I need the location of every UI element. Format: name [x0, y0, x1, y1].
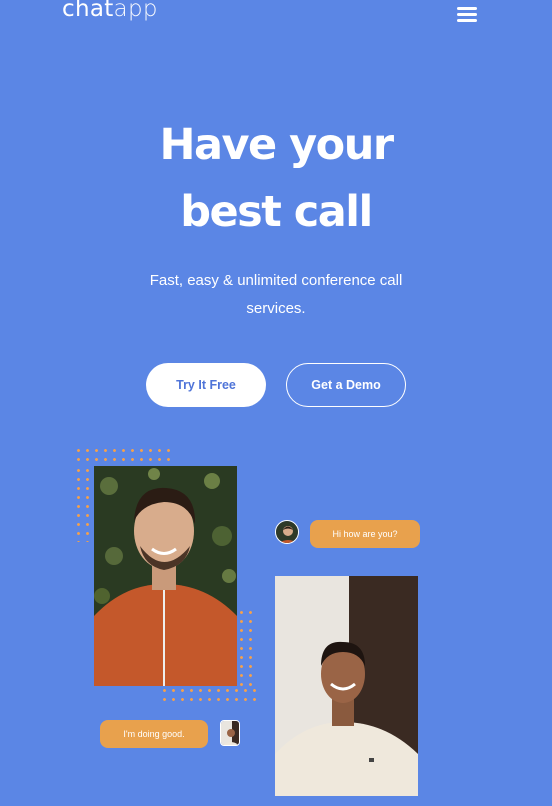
reply-message-bubble: I'm doing good.: [100, 720, 208, 748]
dot-pattern-left: [74, 466, 92, 542]
hero-title: Have your best call: [0, 112, 552, 246]
hero-title-line2: best call: [180, 187, 373, 237]
hero-title-line1: Have your: [159, 120, 394, 170]
logo-chat: chat: [62, 0, 114, 22]
logo[interactable]: chatapp: [62, 0, 158, 22]
dot-pattern-bottom: [160, 686, 257, 704]
caller-photo-2: [275, 576, 418, 796]
dot-pattern-right: [237, 608, 257, 686]
caller-avatar-2: [220, 720, 240, 746]
caller-photo-1: [94, 466, 237, 686]
hamburger-menu-icon[interactable]: [457, 7, 477, 22]
logo-app: app: [113, 0, 158, 22]
try-it-free-button[interactable]: Try It Free: [146, 363, 266, 407]
get-a-demo-button[interactable]: Get a Demo: [286, 363, 406, 407]
incoming-message-bubble: Hi how are you?: [310, 520, 420, 548]
caller-avatar-1: [275, 520, 299, 544]
hero-subtitle: Fast, easy & unlimited conference call s…: [149, 272, 403, 317]
dot-pattern-top: [74, 446, 172, 466]
